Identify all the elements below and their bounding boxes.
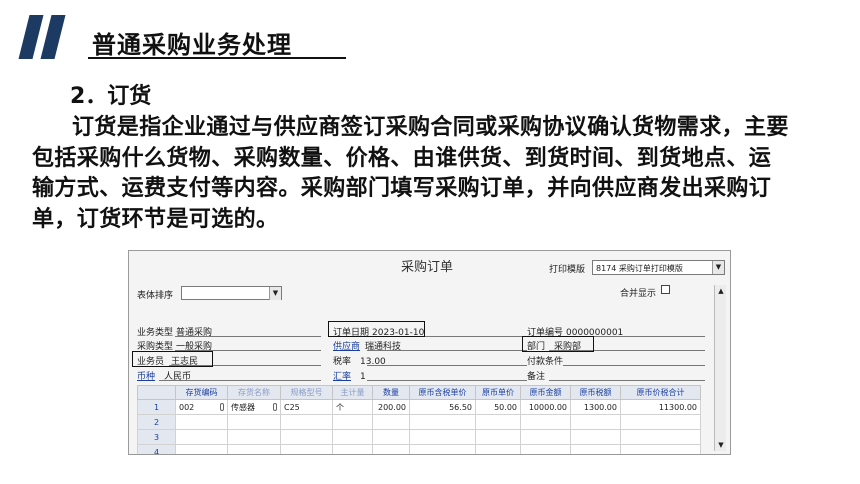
header-accent-bar-2 xyxy=(40,15,66,59)
chevron-down-icon[interactable]: ▼ xyxy=(269,287,281,300)
col-header-total[interactable]: 原币价税合计 xyxy=(620,385,701,400)
merge-display-checkbox[interactable] xyxy=(661,285,670,294)
sort-label: 表体排序 xyxy=(137,291,174,301)
print-template-label: 打印模版 xyxy=(549,265,586,275)
highlight-salesperson xyxy=(132,351,213,367)
merge-display-label: 合并显示 xyxy=(620,289,657,299)
col-header-unit[interactable]: 主计量 xyxy=(332,385,373,400)
highlight-order-date xyxy=(328,321,425,337)
row-number: 4 xyxy=(137,444,176,454)
paperclip-icon[interactable] xyxy=(220,403,224,411)
cell-spec[interactable]: C25 xyxy=(280,399,333,415)
cell-tax-price[interactable]: 56.50 xyxy=(409,399,476,415)
section-heading: 2．订货 xyxy=(70,84,152,109)
row-number: 1 xyxy=(137,399,176,415)
exchange-rate-field: 汇率 1 xyxy=(333,372,366,382)
cell-tax[interactable]: 1300.00 xyxy=(570,399,621,415)
col-header-spec[interactable]: 规格型号 xyxy=(280,385,333,400)
body-paragraph: 订货是指企业通过与供应商签订采购合同或采购协议确认货物需求，主要包括采购什么货物… xyxy=(32,115,789,232)
paperclip-icon[interactable] xyxy=(273,403,277,411)
col-header-qty[interactable]: 数量 xyxy=(372,385,410,400)
order-lines-table: 存货编码 存货名称 规格型号 主计量 数量 原币含税单价 原币单价 原币金额 原… xyxy=(137,385,701,454)
col-header-code[interactable]: 存货编码 xyxy=(175,385,228,400)
page-title: 普通采购业务处理 xyxy=(92,31,292,59)
chevron-down-icon[interactable]: ▼ xyxy=(712,261,724,274)
remarks-field: 备注 xyxy=(527,372,546,382)
cell-total[interactable]: 11300.00 xyxy=(620,399,701,415)
row-number: 2 xyxy=(137,414,176,430)
header-accent-bar-1 xyxy=(18,15,44,59)
vertical-scrollbar[interactable]: ▲ ▼ xyxy=(714,285,726,451)
table-row[interactable]: 1 002 传感器 C25 个 200.00 56.50 50.00 10000… xyxy=(137,399,701,415)
col-header-name[interactable]: 存货名称 xyxy=(227,385,281,400)
cell-qty[interactable]: 200.00 xyxy=(372,399,410,415)
cell-code[interactable]: 002 xyxy=(175,399,228,415)
highlight-department xyxy=(522,336,594,352)
table-header-row: 存货编码 存货名称 规格型号 主计量 数量 原币含税单价 原币单价 原币金额 原… xyxy=(137,385,701,400)
print-template-select[interactable]: 8174 采购订单打印模版 ▼ xyxy=(592,260,725,275)
cell-unit[interactable]: 个 xyxy=(332,399,373,415)
table-row[interactable]: 3 xyxy=(137,429,701,445)
title-underline xyxy=(88,57,346,59)
scroll-up-icon[interactable]: ▲ xyxy=(715,285,727,297)
cell-price[interactable]: 50.00 xyxy=(475,399,521,415)
scroll-down-icon[interactable]: ▼ xyxy=(715,439,727,451)
row-number: 3 xyxy=(137,429,176,445)
table-row[interactable]: 2 xyxy=(137,414,701,430)
sort-select[interactable]: ▼ xyxy=(181,286,282,300)
print-template-value: 8174 采购订单打印模版 xyxy=(596,264,683,273)
col-header-price[interactable]: 原币单价 xyxy=(475,385,521,400)
col-header-tax[interactable]: 原币税额 xyxy=(570,385,621,400)
cell-amount[interactable]: 10000.00 xyxy=(520,399,571,415)
exchange-rate-value[interactable]: 1 xyxy=(360,372,366,382)
purchase-order-window: 采购订单 打印模版 8174 采购订单打印模版 ▼ 表体排序 ▼ 合并显示 业务… xyxy=(128,250,731,455)
col-header-amount[interactable]: 原币金额 xyxy=(520,385,571,400)
col-header-tax-price[interactable]: 原币含税单价 xyxy=(409,385,476,400)
col-header-rownum xyxy=(137,385,176,400)
payment-terms-field: 付款条件 xyxy=(527,357,564,367)
table-row[interactable]: 4 xyxy=(137,444,701,454)
window-title: 采购订单 xyxy=(401,260,454,275)
cell-name[interactable]: 传感器 xyxy=(227,399,281,415)
